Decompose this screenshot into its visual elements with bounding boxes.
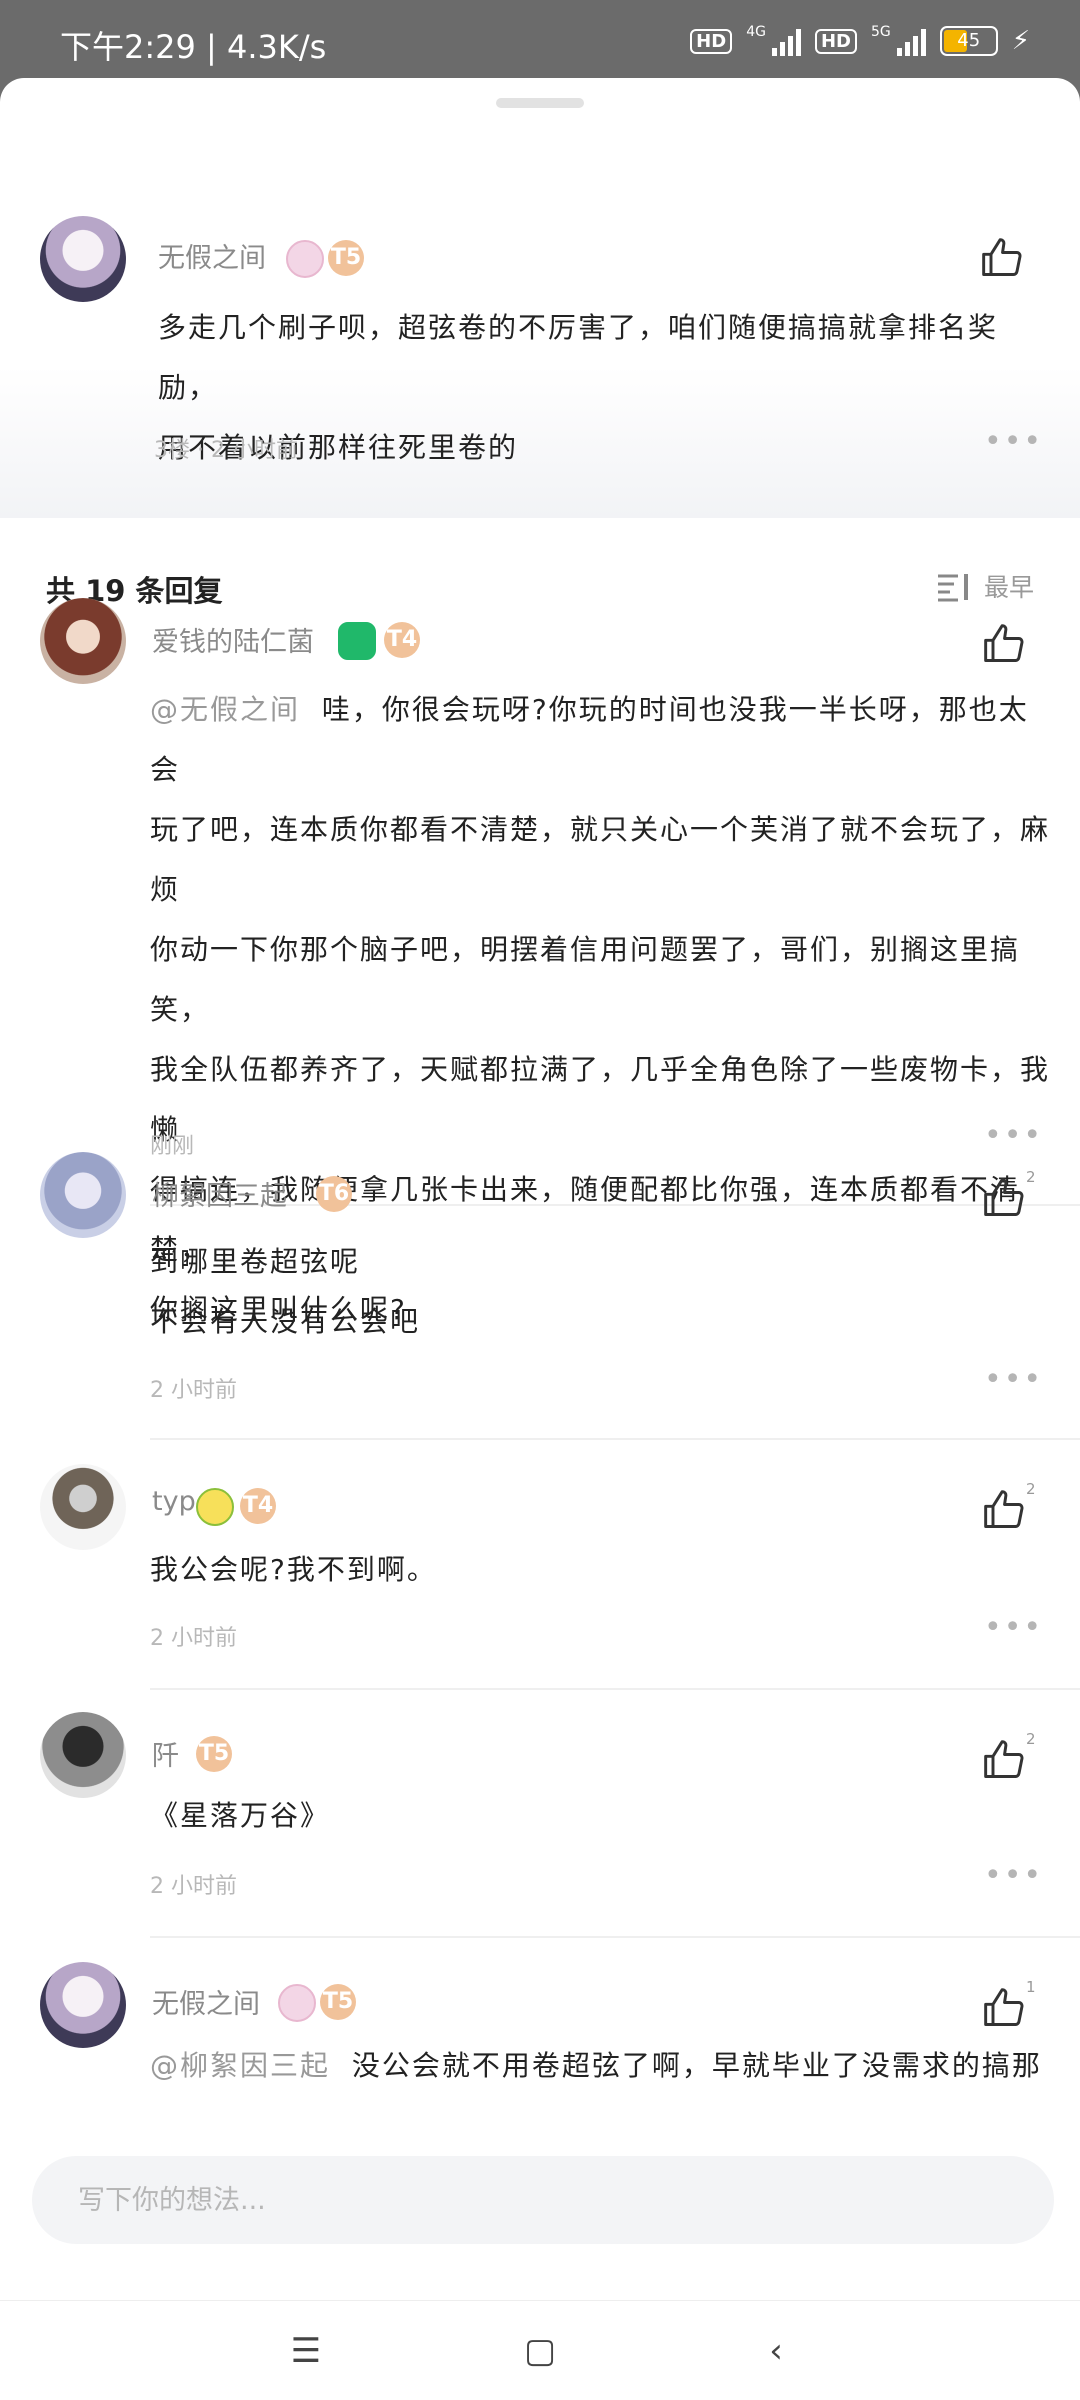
comment-meta: 2 小时前	[150, 1378, 237, 1403]
thumbs-up-icon[interactable]	[982, 1738, 1026, 1782]
thumbs-up-icon[interactable]	[982, 1488, 1026, 1532]
comment-meta: 2 小时前	[150, 1874, 237, 1899]
comment-text: 到哪里卷超弦呢 不会有人没有公会吧	[150, 1232, 1030, 1352]
back-icon[interactable]: ‹	[756, 2331, 796, 2371]
level-badge: T4	[240, 1488, 276, 1524]
author-name[interactable]: 爱钱的陆仁菌	[152, 620, 314, 659]
comment-text: @柳絮因三起 没公会就不用卷超弦了啊，早就毕业了没需求的搞那	[150, 2036, 1050, 2096]
comment-line: 多走几个刷子呗，超弦卷的不厉害了，咱们随便搞搞就拿排名奖励，	[158, 311, 999, 404]
avatar[interactable]	[40, 1152, 126, 1238]
author-name[interactable]: 柳絮因三起	[152, 1174, 287, 1213]
decoration-badge	[278, 1984, 316, 2022]
level-badge: T5	[320, 1984, 356, 2020]
sort-label: 最早	[983, 573, 1034, 602]
comment-meta: 3楼 · 2 小时前	[154, 438, 298, 463]
like-count: 2	[1026, 1168, 1036, 1186]
sort-button[interactable]: 最早	[936, 568, 1034, 604]
system-nav-bar: ☰ ▢ ‹	[0, 2300, 1080, 2400]
like-count: 1	[1026, 1978, 1036, 1996]
like-count: 2	[1026, 1480, 1036, 1498]
more-dots-icon[interactable]: •••	[984, 1362, 1043, 1397]
replies-sheet: 无假之间 T5 多走几个刷子呗，超弦卷的不厉害了，咱们随便搞搞就拿排名奖励， 用…	[0, 78, 1080, 2400]
thumbs-up-icon[interactable]	[980, 236, 1024, 280]
home-icon[interactable]: ▢	[520, 2331, 560, 2371]
mention-link[interactable]: @无假之间	[150, 693, 300, 726]
level-badge: T6	[316, 1176, 352, 1212]
divider	[150, 1204, 1080, 1206]
comment-input[interactable]	[32, 2156, 1054, 2244]
game-controller-badge	[338, 622, 376, 660]
level-badge: T5	[196, 1736, 232, 1772]
comment-input-bar	[0, 2120, 1080, 2300]
thumbs-up-icon[interactable]	[982, 622, 1026, 666]
parent-comment: 无假之间 T5 多走几个刷子呗，超弦卷的不厉害了，咱们随便搞搞就拿排名奖励， 用…	[0, 138, 1080, 518]
signal-icon	[896, 26, 926, 56]
comment-line: 你动一下你那个脑子吧，明摆着信用问题罢了，哥们，别搁这里搞笑，	[150, 933, 1021, 1026]
comment-line: 玩了吧，连本质你都看不清楚，就只关心一个芙消了就不会玩了，麻烦	[150, 813, 1051, 906]
level-badge: T5	[328, 240, 364, 276]
comment-line: 没公会就不用卷超弦了啊，早就毕业了没需求的搞那	[351, 2049, 1042, 2082]
network-type: 5G	[870, 24, 891, 40]
comment-text: 我公会呢?我不到啊。	[150, 1540, 1030, 1600]
hd-indicator: HD	[690, 28, 733, 54]
avatar[interactable]	[40, 216, 126, 302]
status-icons: HD 4G HD 5G 45 ⚡	[690, 24, 1030, 58]
avatar[interactable]	[40, 598, 126, 684]
sort-icon	[937, 574, 968, 602]
decoration-badge	[196, 1488, 234, 1526]
avatar[interactable]	[40, 1464, 126, 1550]
more-dots-icon[interactable]: •••	[984, 1118, 1043, 1153]
network-type: 4G	[746, 24, 766, 40]
comment-text: 《星落万谷》	[150, 1786, 1030, 1846]
author-name[interactable]: 阡	[152, 1734, 179, 1773]
divider	[150, 1936, 1080, 1938]
decoration-badge	[286, 240, 324, 278]
sheet-drag-handle[interactable]	[496, 98, 584, 108]
author-name[interactable]: 无假之间	[158, 236, 266, 275]
replies-header: 共 19 条回复 最早	[0, 518, 1080, 608]
battery-icon: 45	[939, 26, 998, 56]
menu-icon[interactable]: ☰	[286, 2331, 326, 2371]
level-badge: T4	[384, 622, 420, 658]
more-dots-icon[interactable]: •••	[984, 1858, 1043, 1893]
comment-line: 我公会呢?我不到啊。	[150, 1553, 437, 1586]
hd-indicator: HD	[814, 28, 857, 54]
comment-line: 我全队伍都养齐了，天赋都拉满了，几乎全角色除了一些废物卡，我懒	[150, 1053, 1051, 1146]
comment-meta: 2 小时前	[150, 1626, 237, 1651]
author-name[interactable]: typ	[152, 1486, 196, 1517]
divider	[150, 1438, 1080, 1440]
signal-icon	[771, 26, 801, 56]
more-dots-icon[interactable]: •••	[984, 1610, 1043, 1645]
author-name[interactable]: 无假之间	[152, 1982, 260, 2021]
more-dots-icon[interactable]: •••	[984, 424, 1043, 459]
status-time: 下午2:29 | 4.3K/s	[60, 28, 327, 66]
comment-line: 不会有人没有公会吧	[150, 1305, 421, 1338]
charging-icon: ⚡	[1011, 26, 1030, 56]
thumbs-up-icon[interactable]	[982, 1176, 1026, 1220]
comment-line: 到哪里卷超弦呢	[150, 1245, 361, 1278]
comment-meta: 刚刚	[150, 1134, 195, 1159]
avatar[interactable]	[40, 1962, 126, 2048]
avatar[interactable]	[40, 1712, 126, 1798]
status-bar: 下午2:29 | 4.3K/s HD 4G HD 5G 45 ⚡	[0, 0, 1080, 80]
divider	[150, 1688, 1080, 1690]
mention-link[interactable]: @柳絮因三起	[150, 2049, 330, 2082]
like-count: 2	[1026, 1730, 1036, 1748]
comment-line: 《星落万谷》	[150, 1799, 331, 1832]
thumbs-up-icon[interactable]	[982, 1986, 1026, 2030]
